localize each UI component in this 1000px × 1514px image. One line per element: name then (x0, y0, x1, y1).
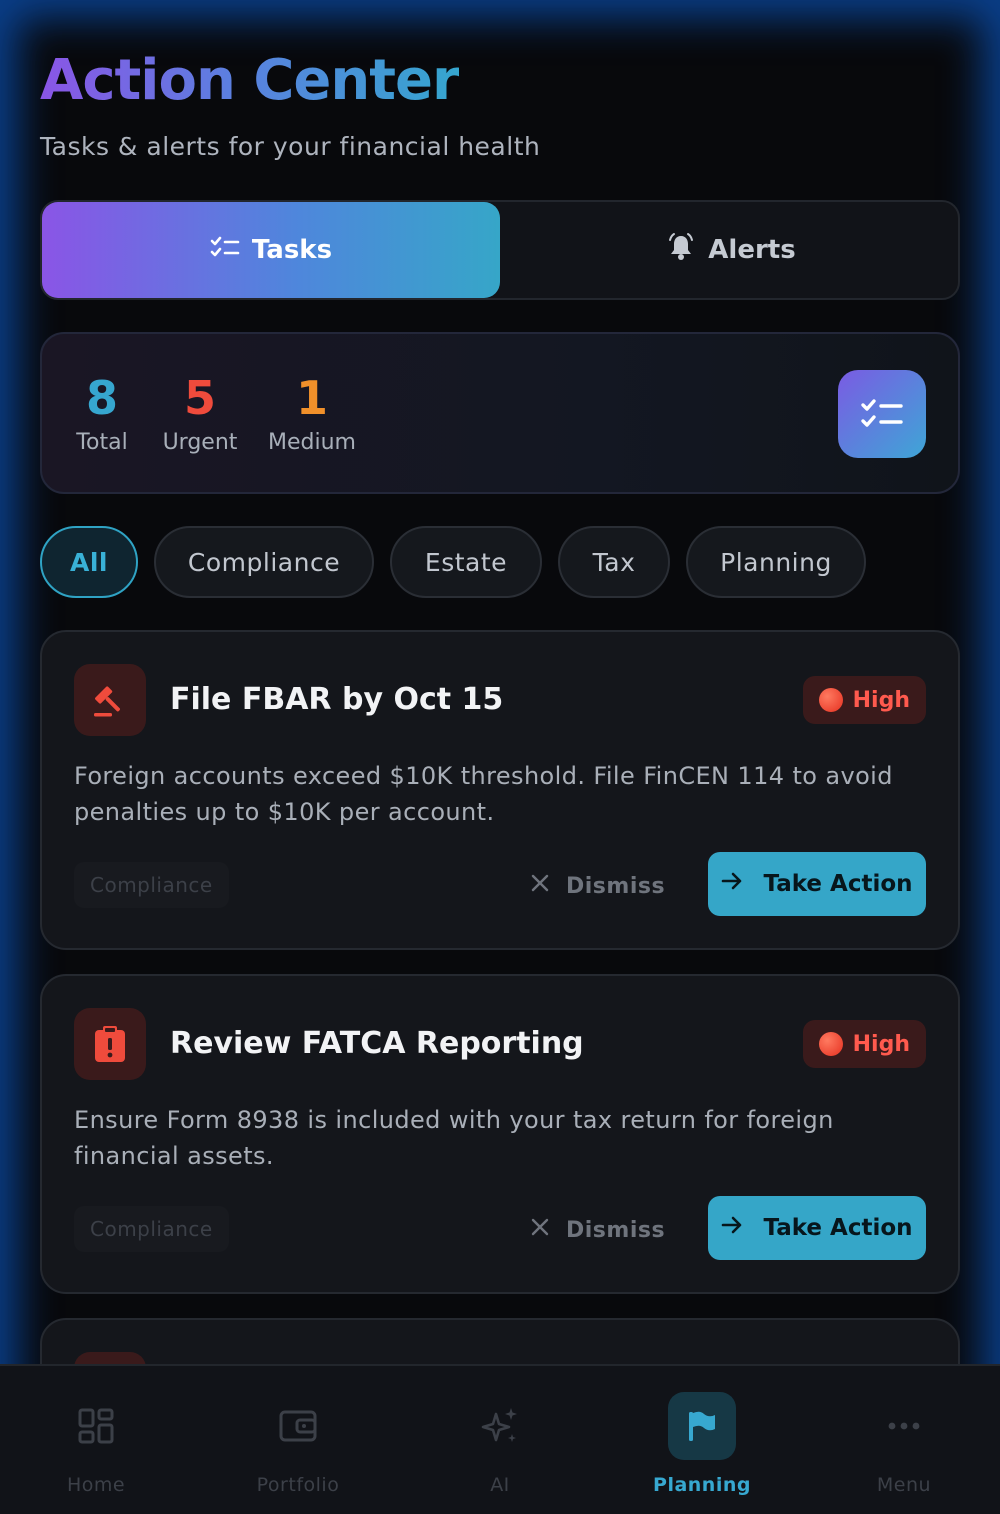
priority-badge: High (802, 676, 926, 724)
category-filters: All Compliance Estate Tax Planning (40, 526, 960, 598)
checklist-icon (838, 370, 926, 458)
task-description: Foreign accounts exceed $10K threshold. … (74, 762, 893, 826)
filter-all[interactable]: All (40, 526, 138, 598)
nav-planning-label: Planning (653, 1474, 751, 1496)
gavel-icon (74, 664, 146, 736)
tab-alerts-label: Alerts (708, 235, 796, 265)
nav-home[interactable]: Home (0, 1392, 196, 1502)
arrow-right-icon (721, 1215, 743, 1241)
task-description: Ensure Form 8938 is included with your t… (74, 1106, 834, 1170)
take-action-button[interactable]: Take Action (708, 852, 926, 916)
red-circle-icon (818, 1032, 843, 1056)
filter-estate[interactable]: Estate (390, 526, 542, 598)
grid-icon (62, 1392, 130, 1460)
dismiss-label: Dismiss (566, 1217, 666, 1243)
stat-total: 8 Total (74, 370, 130, 455)
app-frame: Action Center Tasks & alerts for your fi… (0, 0, 1000, 1514)
more-icon (870, 1392, 938, 1460)
task-stats-card: 8 Total 5 Urgent 1 Medium (40, 332, 960, 494)
stat-medium-value: 1 (295, 371, 328, 425)
take-action-button[interactable]: Take Action (708, 1196, 926, 1260)
take-action-label: Take Action (763, 871, 913, 897)
nav-planning[interactable]: Planning (602, 1392, 802, 1502)
stat-medium: 1 Medium (268, 370, 356, 455)
take-action-label: Take Action (763, 1215, 913, 1241)
close-icon (530, 1217, 550, 1243)
stat-urgent-value: 5 (183, 371, 216, 425)
task-card: Review FATCA Reporting High Ensure Form … (40, 974, 960, 1294)
tab-tasks[interactable]: Tasks (42, 202, 500, 298)
nav-portfolio[interactable]: Portfolio (198, 1392, 398, 1502)
task-card: File FBAR by Oct 15 High Foreign account… (40, 630, 960, 950)
dismiss-button[interactable]: Dismiss (530, 864, 665, 908)
stat-medium-label: Medium (268, 430, 356, 455)
close-icon (530, 873, 550, 899)
sparkles-icon (466, 1392, 534, 1460)
stat-total-value: 8 (85, 371, 118, 425)
dismiss-label: Dismiss (566, 873, 666, 899)
bottom-nav: Home Portfolio AI Planning Menu (0, 1364, 1000, 1514)
tab-tasks-label: Tasks (251, 235, 333, 265)
stat-urgent-label: Urgent (162, 430, 238, 455)
tab-alerts[interactable]: Alerts (502, 202, 960, 298)
filter-compliance[interactable]: Compliance (154, 526, 374, 598)
stat-urgent: 5 Urgent (160, 370, 240, 455)
task-title: Review FATCA Reporting (170, 1026, 584, 1061)
priority-label: High (852, 1031, 910, 1057)
stat-total-label: Total (76, 430, 128, 455)
nav-menu[interactable]: Menu (804, 1392, 1000, 1502)
red-circle-icon (818, 688, 843, 712)
nav-portfolio-label: Portfolio (256, 1474, 340, 1496)
nav-ai[interactable]: AI (400, 1392, 600, 1502)
filter-tax[interactable]: Tax (558, 526, 670, 598)
wallet-icon (264, 1392, 332, 1460)
category-tag: Compliance (74, 1206, 229, 1252)
arrow-right-icon (721, 871, 743, 897)
bell-icon (666, 232, 696, 269)
tab-switcher: Tasks Alerts (40, 200, 960, 300)
checklist-icon (210, 235, 240, 266)
category-tag: Compliance (74, 862, 229, 908)
nav-menu-label: Menu (876, 1474, 932, 1496)
priority-badge: High (802, 1020, 926, 1068)
task-title: File FBAR by Oct 15 (170, 682, 504, 717)
nav-ai-label: AI (490, 1474, 510, 1496)
filter-planning[interactable]: Planning (686, 526, 866, 598)
page-title: Action Center (40, 48, 460, 113)
clipboard-alert-icon (74, 1008, 146, 1080)
nav-home-label: Home (66, 1474, 126, 1496)
page-subtitle: Tasks & alerts for your financial health (40, 132, 541, 161)
flag-icon (668, 1392, 736, 1460)
dismiss-button[interactable]: Dismiss (530, 1208, 665, 1252)
priority-label: High (852, 687, 910, 713)
